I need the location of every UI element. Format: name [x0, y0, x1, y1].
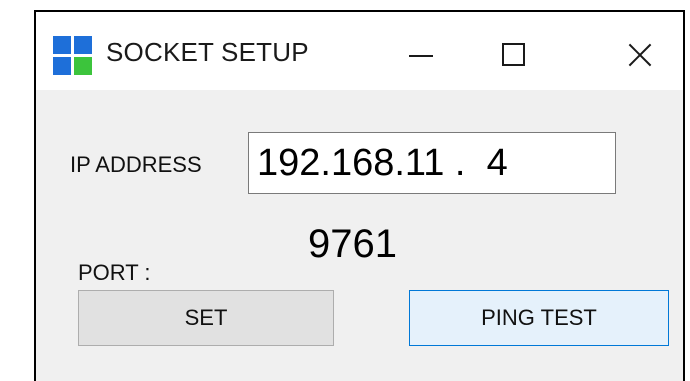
ip-address-input[interactable] [248, 132, 616, 194]
window-title: SOCKET SETUP [106, 37, 309, 67]
maximize-icon [502, 43, 525, 66]
windows-logo-icon [53, 36, 93, 76]
ip-address-label: IP ADDRESS [70, 152, 202, 177]
socket-setup-window: SOCKET SETUP IP ADDRESS PORT : 9761 SET … [34, 10, 685, 381]
minimize-button[interactable] [378, 12, 468, 90]
ping-test-button[interactable]: PING TEST [409, 290, 669, 346]
set-button[interactable]: SET [78, 290, 334, 346]
port-value: 9761 [308, 222, 397, 266]
minimize-icon [409, 55, 433, 57]
port-label: PORT : [78, 260, 151, 285]
close-button[interactable] [597, 12, 687, 90]
maximize-button[interactable] [468, 12, 558, 90]
title-bar[interactable]: SOCKET SETUP [36, 12, 683, 90]
